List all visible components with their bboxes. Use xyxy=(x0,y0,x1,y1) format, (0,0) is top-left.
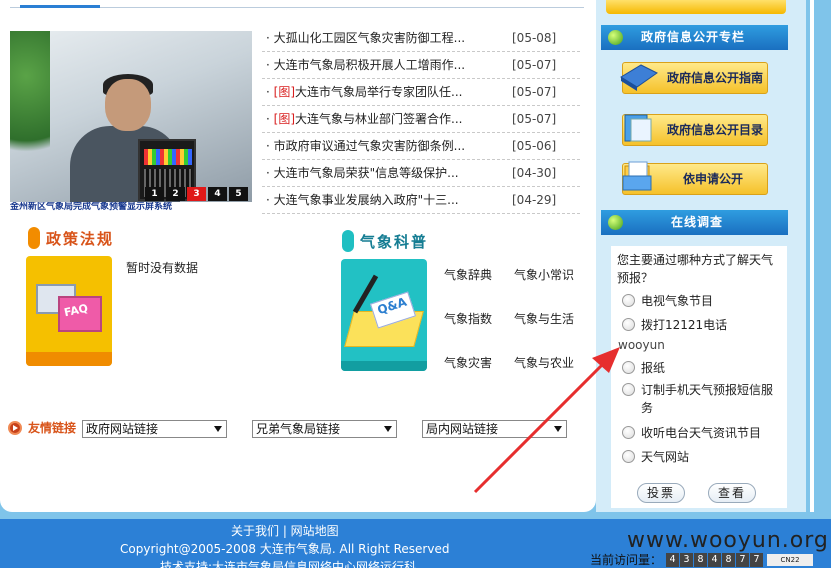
science-title[interactable]: 气象科普 xyxy=(360,231,428,252)
list-item[interactable]: · [图]大连市气象局举行专家团队任... [05-07] xyxy=(262,79,580,106)
policy-empty-text: 暂时没有数据 xyxy=(126,261,199,275)
dropdown-arrow-icon xyxy=(554,426,562,432)
list-item[interactable]: · 大孤山化工园区气象灾害防御工程... [05-08] xyxy=(262,25,580,52)
science-link[interactable]: 气象指数 xyxy=(444,310,492,327)
news-slideshow[interactable]: 1 2 3 4 5 金州新区气象局完成气象预警显示屏系统 xyxy=(10,31,252,213)
faq-computer-icon[interactable]: FAQ xyxy=(26,256,112,366)
friend-links-label: 友情链接 xyxy=(28,421,77,435)
slide-page-4[interactable]: 4 xyxy=(208,187,227,201)
science-link[interactable]: 气象小常识 xyxy=(514,266,574,283)
gov-info-header: 政府信息公开专栏 xyxy=(601,25,788,50)
page: 1 2 3 4 5 金州新区气象局完成气象预警显示屏系统 · 大孤山化工园区气象… xyxy=(0,0,831,568)
dropdown-arrow-icon xyxy=(384,426,392,432)
science-link[interactable]: 气象辞典 xyxy=(444,266,492,283)
green-ball-icon xyxy=(608,30,623,45)
book-icon xyxy=(620,64,658,91)
survey-option-phone[interactable]: 拨打12121电话 xyxy=(619,316,727,334)
footer-copyright: Copyright@2005-2008 大连市气象局. All Right Re… xyxy=(120,542,450,556)
survey-option-sms[interactable]: 订制手机天气预报短信服务 xyxy=(619,381,779,417)
slide-page-2[interactable]: 2 xyxy=(166,187,185,201)
radio-button[interactable] xyxy=(622,294,635,307)
radio-button[interactable] xyxy=(622,361,635,374)
gov-sites-select[interactable]: 政府网站链接 xyxy=(82,420,227,438)
section-marker-icon xyxy=(342,230,354,252)
right-edge xyxy=(806,0,831,512)
survey-question: 您主要通过哪种方式了解天气预报？ xyxy=(617,253,774,285)
apply-disclosure-button[interactable]: 依申请公开 xyxy=(622,161,768,195)
top-yellow-button[interactable] xyxy=(606,0,786,14)
slide-page-1[interactable]: 1 xyxy=(145,187,164,201)
footer-tech-support: 技术支持:大连市气象局信息网络中心网络运行科 xyxy=(160,560,417,568)
slideshow-caption[interactable]: 金州新区气象局完成气象预警显示屏系统 xyxy=(10,202,252,213)
cnzz-badge[interactable]: CN22 xyxy=(767,553,814,566)
science-section-header: 气象科普 xyxy=(342,229,428,253)
watermark: www.wooyun.org xyxy=(627,528,829,553)
survey-option-website[interactable]: 天气网站 xyxy=(619,448,689,466)
folder-icon xyxy=(622,161,652,191)
survey-header: 在线调查 xyxy=(601,210,788,235)
active-tab-indicator[interactable] xyxy=(20,0,100,8)
plant-image xyxy=(10,31,50,181)
visit-counter: 当前访问量： 4 3 8 4 8 7 7 CN22 xyxy=(590,551,814,568)
radio-button[interactable] xyxy=(622,426,635,439)
science-link[interactable]: 气象灾害 xyxy=(444,354,492,371)
vote-button[interactable]: 投票 xyxy=(637,483,685,503)
radio-button[interactable] xyxy=(622,450,635,463)
slideshow-pager: 1 2 3 4 5 xyxy=(145,187,248,201)
survey-option-tv[interactable]: 电视气象节目 xyxy=(619,292,713,310)
visit-digits: 4 3 8 4 8 7 7 xyxy=(666,552,764,567)
section-marker-icon xyxy=(28,227,40,249)
gov-info-catalog-button[interactable]: 政府信息公开目录 xyxy=(622,114,768,146)
qa-book-icon[interactable]: Q&A xyxy=(341,259,427,371)
science-link[interactable]: 气象与农业 xyxy=(514,354,574,371)
gov-info-guide-button[interactable]: 政府信息公开指南 xyxy=(620,62,768,94)
list-item[interactable]: · [图]大连气象与林业部门签署合作... [05-07] xyxy=(262,106,580,133)
green-ball-icon xyxy=(608,215,623,230)
dropdown-arrow-icon xyxy=(214,426,222,432)
sibling-bureaus-select[interactable]: 兄弟气象局链接 xyxy=(252,420,397,438)
list-item[interactable]: · 大连市气象局积极开展人工增雨作... [05-07] xyxy=(262,52,580,79)
play-bullet-icon xyxy=(8,420,22,435)
list-item[interactable]: · 大连气象事业发展纳入政府"十三... [04-29] xyxy=(262,187,580,214)
radio-button[interactable] xyxy=(622,383,635,396)
list-item[interactable]: · 大连市气象局荣获"信息等级保护... [04-30] xyxy=(262,160,580,187)
survey-option-radio[interactable]: 收听电台天气资讯节目 xyxy=(619,424,761,442)
survey-option-newspaper[interactable]: 报纸 xyxy=(619,359,665,377)
radio-button[interactable] xyxy=(622,318,635,331)
friend-links: 友情链接 xyxy=(8,419,76,436)
annotation-label: wooyun xyxy=(618,338,665,352)
slide-page-5[interactable]: 5 xyxy=(229,187,248,201)
policy-title[interactable]: 政策法规 xyxy=(46,228,114,249)
binder-icon xyxy=(624,114,652,142)
list-item[interactable]: · 市政府审议通过气象灾害防御条例... [05-06] xyxy=(262,133,580,160)
slide-page-3[interactable]: 3 xyxy=(187,187,206,201)
internal-sites-select[interactable]: 局内网站链接 xyxy=(422,420,567,438)
policy-section-header: 政策法规 xyxy=(28,226,114,250)
science-link[interactable]: 气象与生活 xyxy=(514,310,574,327)
view-results-button[interactable]: 查看 xyxy=(708,483,756,503)
footer-links[interactable]: 关于我们 | 网站地图 xyxy=(231,522,339,539)
top-tab-bar xyxy=(10,0,584,8)
news-list: · 大孤山化工园区气象灾害防御工程... [05-08] · 大连市气象局积极开… xyxy=(262,25,580,214)
